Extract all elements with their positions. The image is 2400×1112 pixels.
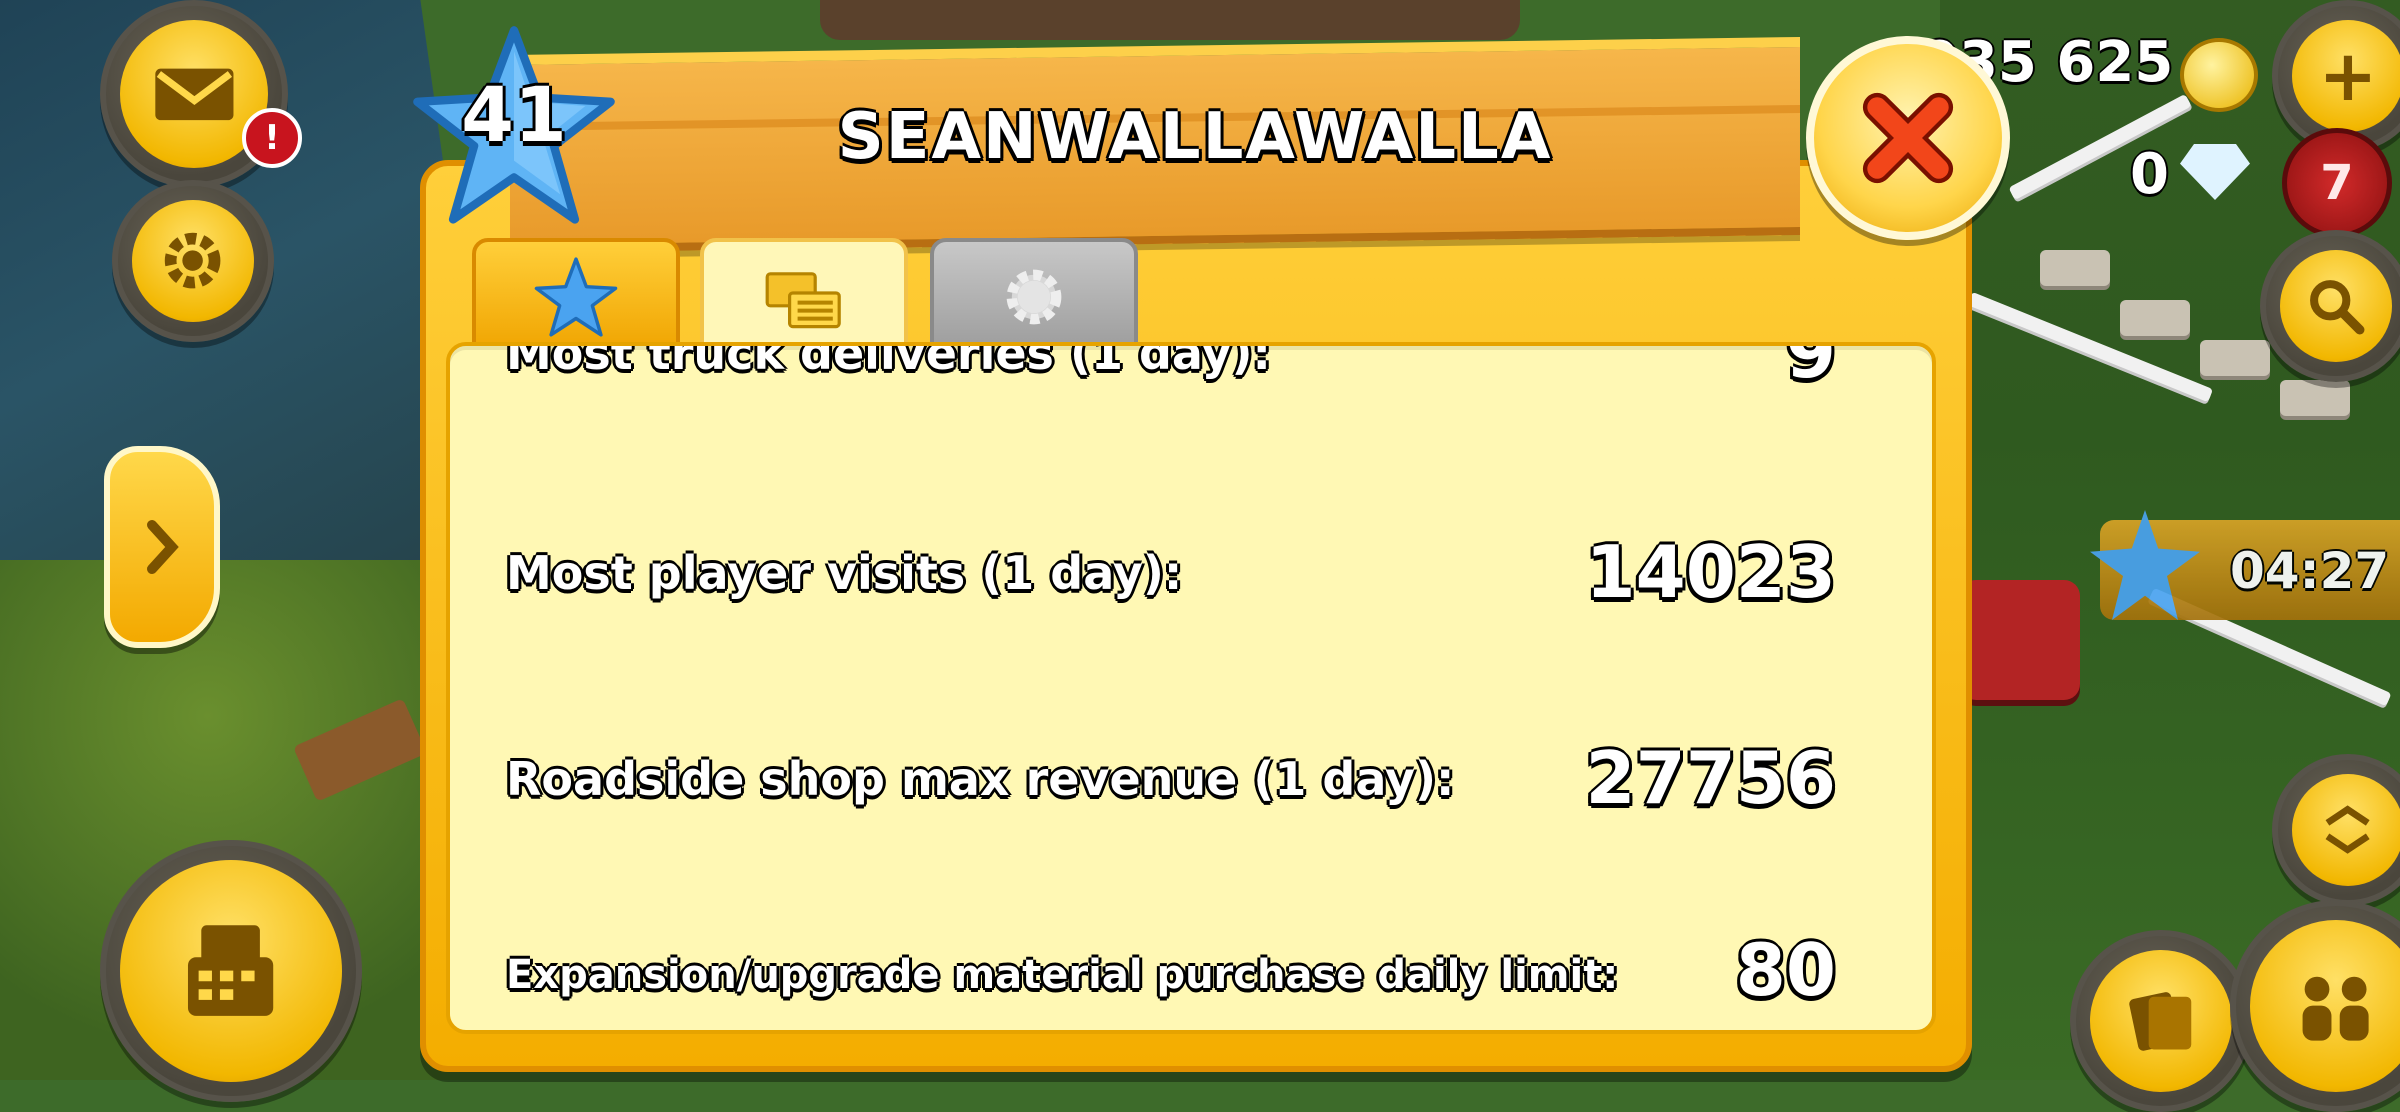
cash-register-icon — [120, 860, 342, 1082]
player-name: SEANWALLAWALLA — [837, 100, 1553, 174]
stats-list-icon — [765, 272, 841, 329]
mail-alert-badge: ! — [242, 108, 302, 168]
stone-path — [2040, 250, 2110, 286]
close-button[interactable] — [1806, 36, 2010, 240]
stat-label: Expansion/upgrade material purchase dail… — [506, 952, 1619, 998]
sale-timer-banner[interactable]: 04:27 — [2090, 510, 2400, 620]
experience-bar — [820, 0, 1520, 40]
mailbox — [1960, 580, 2080, 700]
search-button[interactable] — [2260, 230, 2400, 382]
stone-path — [2280, 380, 2350, 416]
friends-icon — [2250, 920, 2400, 1092]
coin-icon — [2180, 38, 2258, 112]
stat-label: Most player visits (1 day): — [506, 546, 1183, 600]
gear-icon — [1006, 269, 1062, 325]
stat-row: Most player visits (1 day): 14023 — [506, 520, 1836, 614]
magnifier-icon — [2280, 250, 2392, 362]
stat-value: 9 — [1785, 342, 1836, 394]
stat-row: Most truck deliveries (1 day): 9 — [506, 342, 1836, 394]
stat-label: Roadside shop max revenue (1 day): — [506, 752, 1455, 806]
stat-row: Expansion/upgrade material purchase dail… — [506, 918, 1836, 1012]
stone-path — [2120, 300, 2190, 336]
settings-button[interactable] — [112, 180, 274, 342]
player-level: 41 — [461, 70, 567, 159]
sale-timer: 04:27 — [2230, 542, 2390, 600]
arrows-icon — [2292, 774, 2400, 886]
stat-value: 27756 — [1585, 736, 1837, 820]
statistics-panel[interactable]: Most truck deliveries (1 day): 9 Most pl… — [446, 342, 1936, 1034]
shop-button[interactable] — [100, 840, 362, 1102]
stat-label: Most truck deliveries (1 day): — [506, 342, 1271, 380]
cards-icon — [2090, 950, 2232, 1092]
gear-icon — [132, 200, 254, 322]
expand-sidebar-button[interactable] — [104, 446, 220, 648]
diamond-count: 0 — [2130, 142, 2169, 207]
close-icon — [1862, 92, 1954, 184]
buy-diamonds-button[interactable]: 7 — [2282, 128, 2392, 238]
tab-profile[interactable] — [472, 238, 680, 356]
stat-value: 80 — [1735, 928, 1836, 1012]
plus-icon: + — [2292, 20, 2400, 132]
stone-path — [2200, 340, 2270, 376]
stat-value: 14023 — [1585, 530, 1837, 614]
newspaper-button[interactable] — [2070, 930, 2252, 1112]
chevron-right-icon — [147, 520, 179, 574]
sale-badge-icon — [2090, 510, 2200, 620]
tab-settings[interactable] — [930, 238, 1138, 356]
star-icon — [534, 257, 618, 337]
stat-row: Roadside shop max revenue (1 day): 27756 — [506, 726, 1836, 820]
